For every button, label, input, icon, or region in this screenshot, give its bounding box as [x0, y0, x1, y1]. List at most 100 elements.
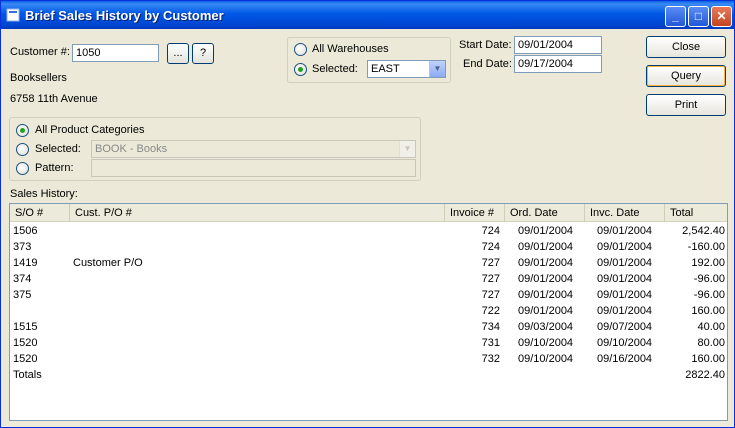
cell-invc-date: 09/01/2004: [597, 273, 653, 285]
column-header-total[interactable]: Total: [665, 204, 727, 222]
cell-total: 160.00: [691, 353, 725, 365]
table-row[interactable]: 374 727 09/01/2004 09/01/2004 -96.00: [10, 271, 727, 287]
all-categories-radio[interactable]: [16, 124, 29, 137]
table-row[interactable]: 1506 724 09/01/2004 09/01/2004 2,542.40: [10, 223, 727, 239]
table-row[interactable]: 722 09/01/2004 09/01/2004 160.00: [10, 303, 727, 319]
cell-so: 373: [13, 241, 32, 253]
totals-value: 2822.40: [685, 369, 725, 381]
sales-history-label: Sales History:: [10, 188, 78, 200]
cell-invc-date: 09/01/2004: [597, 257, 653, 269]
category-select-value: BOOK - Books: [95, 143, 168, 155]
cell-total: 192.00: [691, 257, 725, 269]
cell-invc-date: 09/07/2004: [597, 321, 653, 333]
cell-ord-date: 09/01/2004: [518, 241, 574, 253]
query-button[interactable]: Query: [646, 65, 726, 87]
cell-cust-po: [73, 335, 443, 351]
cell-ord-date: 09/01/2004: [518, 289, 574, 301]
cell-ord-date: 09/10/2004: [518, 337, 574, 349]
selected-warehouse-radio[interactable]: [294, 63, 307, 76]
cell-invoice: 724: [481, 241, 500, 253]
cell-total: 40.00: [697, 321, 725, 333]
cell-ord-date: 09/10/2004: [518, 353, 574, 365]
main-window: Brief Sales History by Customer _ □ ✕ Cu…: [0, 0, 735, 428]
cell-cust-po: [73, 319, 443, 335]
column-header-cust-po[interactable]: Cust. P/O #: [70, 204, 445, 222]
minimize-button[interactable]: _: [665, 6, 686, 27]
selected-category-radio[interactable]: [16, 143, 29, 156]
cell-cust-po: [73, 239, 443, 255]
cell-ord-date: 09/01/2004: [518, 257, 574, 269]
customer-number-input[interactable]: 1050: [72, 44, 159, 62]
cell-invc-date: 09/16/2004: [597, 353, 653, 365]
totals-row: Totals 2822.40: [10, 367, 727, 383]
cell-total: -96.00: [693, 289, 725, 301]
cell-invc-date: 09/01/2004: [597, 305, 653, 317]
cell-cust-po: [73, 287, 443, 303]
table-row[interactable]: 1419 Customer P/O 727 09/01/2004 09/01/2004 1…: [10, 255, 727, 271]
cell-ord-date: 09/03/2004: [518, 321, 574, 333]
customer-address: 6758 11th Avenue: [10, 93, 98, 105]
close-window-button[interactable]: ✕: [711, 6, 732, 27]
close-button[interactable]: Close: [646, 36, 726, 58]
customer-number-label: Customer #:: [10, 46, 70, 58]
column-header-so[interactable]: S/O #: [10, 204, 70, 222]
cell-so: 1520: [13, 353, 38, 365]
cell-ord-date: 09/01/2004: [518, 305, 574, 317]
column-header-invc-date[interactable]: Invc. Date: [585, 204, 665, 222]
table-row[interactable]: 1520 732 09/10/2004 09/16/2004 160.00: [10, 351, 727, 367]
cell-invc-date: 09/01/2004: [597, 241, 653, 253]
pattern-label: Pattern:: [35, 162, 74, 174]
cell-invoice: 727: [481, 289, 500, 301]
cell-invc-date: 09/01/2004: [597, 289, 653, 301]
warehouse-select[interactable]: EAST ▼: [367, 60, 446, 78]
table-row[interactable]: 375 727 09/01/2004 09/01/2004 -96.00: [10, 287, 727, 303]
cell-so: 1419: [13, 257, 38, 269]
title-bar[interactable]: Brief Sales History by Customer _ □ ✕: [1, 1, 734, 29]
cell-invoice: 727: [481, 273, 500, 285]
all-categories-label: All Product Categories: [35, 124, 145, 136]
cell-total: -160.00: [687, 241, 725, 253]
customer-browse-button[interactable]: ...: [167, 43, 189, 64]
cell-total: -96.00: [693, 273, 725, 285]
chevron-down-icon[interactable]: ▼: [429, 61, 445, 77]
cell-total: 2,542.40: [682, 225, 725, 237]
all-warehouses-radio[interactable]: [294, 43, 307, 56]
table-row[interactable]: 1520 731 09/10/2004 09/10/2004 80.00: [10, 335, 727, 351]
warehouse-select-value: EAST: [371, 63, 400, 75]
cell-ord-date: 09/01/2004: [518, 273, 574, 285]
table-row[interactable]: 373 724 09/01/2004 09/01/2004 -160.00: [10, 239, 727, 255]
cell-so: 1520: [13, 337, 38, 349]
cell-cust-po: [73, 351, 443, 367]
pattern-radio[interactable]: [16, 162, 29, 175]
cell-total: 80.00: [697, 337, 725, 349]
cell-cust-po: Customer P/O: [73, 257, 143, 269]
customer-help-button[interactable]: ?: [192, 43, 214, 64]
chevron-down-icon[interactable]: ▼: [399, 141, 415, 157]
end-date-label: End Date:: [463, 58, 512, 70]
cell-cust-po: [73, 271, 443, 287]
table-row[interactable]: 1515 734 09/03/2004 09/07/2004 40.00: [10, 319, 727, 335]
cell-invoice: 722: [481, 305, 500, 317]
column-header-invoice[interactable]: Invoice #: [445, 204, 505, 222]
start-date-label: Start Date:: [459, 39, 512, 51]
table-header: S/O # Cust. P/O # Invoice # Ord. Date In…: [10, 204, 727, 222]
cell-invoice: 727: [481, 257, 500, 269]
pattern-input[interactable]: [91, 159, 416, 177]
start-date-input[interactable]: 09/01/2004: [514, 36, 602, 54]
cell-invc-date: 09/01/2004: [597, 225, 653, 237]
cell-total: 160.00: [691, 305, 725, 317]
selected-category-label: Selected:: [35, 143, 81, 155]
category-select[interactable]: BOOK - Books ▼: [91, 140, 416, 158]
selected-warehouse-label: Selected:: [312, 63, 358, 75]
totals-label: Totals: [13, 369, 42, 381]
app-icon: [6, 8, 20, 22]
sales-history-table[interactable]: S/O # Cust. P/O # Invoice # Ord. Date In…: [9, 203, 728, 421]
column-header-ord-date[interactable]: Ord. Date: [505, 204, 585, 222]
maximize-button[interactable]: □: [688, 6, 709, 27]
cell-invoice: 732: [481, 353, 500, 365]
customer-name: Booksellers: [10, 72, 67, 84]
cell-cust-po: [73, 303, 443, 319]
print-button[interactable]: Print: [646, 94, 726, 116]
window-title: Brief Sales History by Customer: [25, 8, 224, 23]
end-date-input[interactable]: 09/17/2004: [514, 55, 602, 73]
